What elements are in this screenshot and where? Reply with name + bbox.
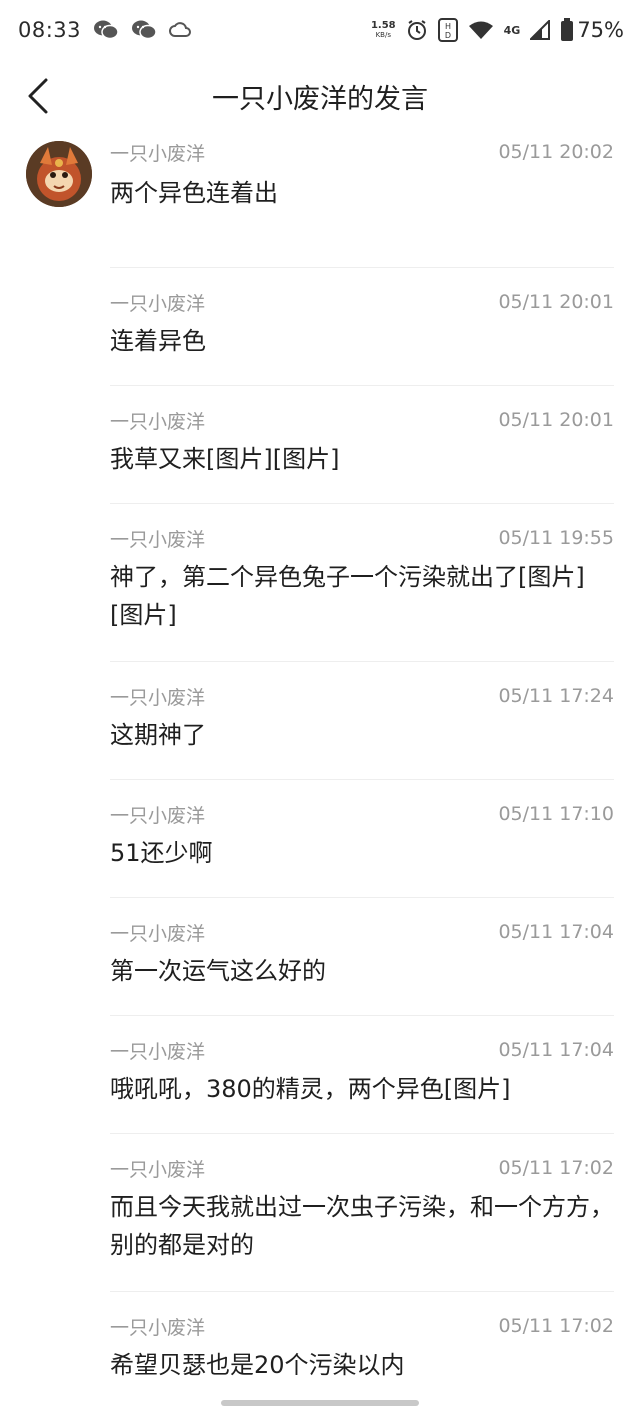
title-bar: 一只小废洋的发言 [0,60,640,132]
wifi-icon [468,20,494,40]
post-item[interactable]: 一只小废洋 05/11 17:04 第一次运气这么好的 [0,898,640,1016]
post-text: 这期神了 [110,721,206,749]
post-time: 05/11 20:01 [498,291,614,313]
post-text: 神了，第二个异色兔子一个污染就出了[图片][图片] [110,563,585,629]
post-time: 05/11 19:55 [498,527,614,549]
post-text: 51还少啊 [110,839,213,867]
svg-text:D: D [445,31,451,40]
back-button[interactable] [18,74,58,118]
post-text: 希望贝瑟也是20个污染以内 [110,1351,405,1379]
post-author[interactable]: 一只小废洋 [110,683,205,710]
svg-text:H: H [445,22,451,31]
post-text: 而且今天我就出过一次虫子污染，和一个方方，别的都是对的 [110,1193,614,1259]
post-item[interactable]: 一只小废洋 05/11 17:02 希望贝瑟也是20个污染以内 [0,1292,640,1392]
post-time: 05/11 17:04 [498,921,614,943]
post-author[interactable]: 一只小废洋 [110,1037,205,1064]
net-speed: 1.58 KB/s [371,21,396,39]
page-title: 一只小废洋的发言 [212,83,428,115]
battery-percent: 75% [577,18,624,42]
net-speed-unit: KB/s [375,31,391,39]
post-item[interactable]: 一只小废洋 05/11 17:24 这期神了 [0,662,640,780]
post-author[interactable]: 一只小废洋 [110,1313,205,1340]
post-author[interactable]: 一只小废洋 [110,919,205,946]
wechat-icon [131,19,157,41]
post-time: 05/11 17:02 [498,1157,614,1179]
post-author[interactable]: 一只小废洋 [110,289,205,316]
post-list: 一只小废洋 05/11 20:02 两个异色连着出 一只小废洋 05/11 20… [0,132,640,1392]
post-author[interactable]: 一只小废洋 [110,801,205,828]
cloud-icon [169,21,192,39]
post-text: 两个异色连着出 [110,179,278,207]
battery-icon [560,18,574,42]
back-arrow-icon [28,78,48,114]
status-bar: 08:33 1.58 KB/s HD 4G 75% [0,0,640,60]
post-text: 哦吼吼，380的精灵，两个异色[图片] [110,1075,511,1103]
post-item[interactable]: 一只小废洋 05/11 17:02 而且今天我就出过一次虫子污染，和一个方方，别… [0,1134,640,1292]
post-time: 05/11 17:10 [498,803,614,825]
status-time: 08:33 [18,18,82,42]
post-text: 连着异色 [110,327,206,355]
hd-icon: HD [437,18,458,42]
net-speed-value: 1.58 [370,20,396,31]
battery: 75% [560,18,624,42]
post-text: 我草又来[图片][图片] [110,445,340,473]
post-item[interactable]: 一只小废洋 05/11 17:10 51还少啊 [0,780,640,898]
status-left: 08:33 [18,18,192,42]
post-item[interactable]: 一只小废洋 05/11 19:55 神了，第二个异色兔子一个污染就出了[图片][… [0,504,640,662]
wechat-icon [93,19,119,41]
post-author[interactable]: 一只小废洋 [110,525,205,552]
status-right: 1.58 KB/s HD 4G 75% [371,18,624,42]
network-type: 4G [503,23,521,37]
post-item[interactable]: 一只小废洋 05/11 20:02 两个异色连着出 [0,132,640,268]
post-author[interactable]: 一只小废洋 [110,1155,205,1182]
post-item[interactable]: 一只小废洋 05/11 20:01 连着异色 [0,268,640,386]
post-time: 05/11 17:02 [498,1315,614,1337]
post-text: 第一次运气这么好的 [110,957,326,985]
post-item[interactable]: 一只小废洋 05/11 20:01 我草又来[图片][图片] [0,386,640,504]
post-time: 05/11 20:02 [498,141,614,163]
post-author[interactable]: 一只小废洋 [110,139,205,166]
post-item[interactable]: 一只小废洋 05/11 17:04 哦吼吼，380的精灵，两个异色[图片] [0,1016,640,1134]
post-time: 05/11 20:01 [498,409,614,431]
post-author[interactable]: 一只小废洋 [110,407,205,434]
post-time: 05/11 17:04 [498,1039,614,1061]
signal-icon [530,20,551,40]
alarm-icon [406,19,428,41]
post-time: 05/11 17:24 [498,685,614,707]
home-indicator[interactable] [221,1400,419,1406]
